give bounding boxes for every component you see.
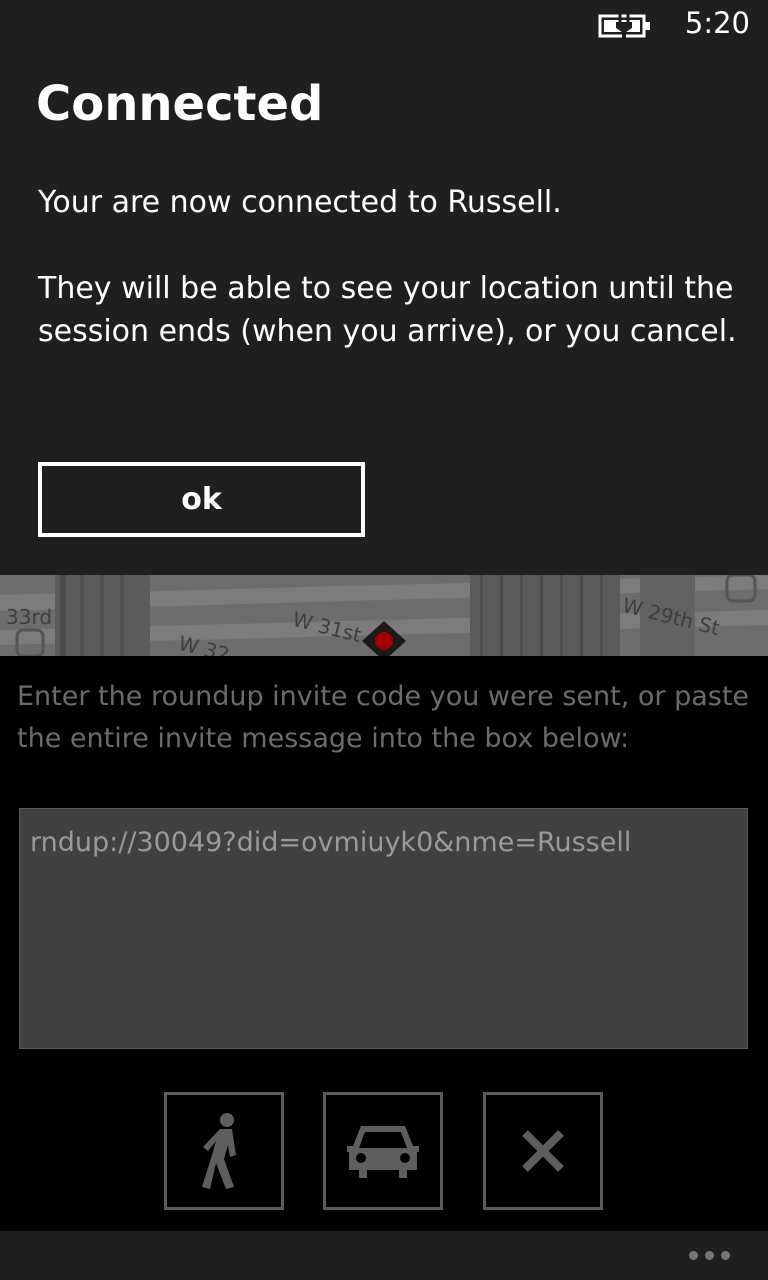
clock: 5:20 <box>684 6 750 40</box>
connected-dialog: 5:20 Connected Your are now connected to… <box>0 0 768 575</box>
dialog-message-line: They will be able to see your location u… <box>38 271 737 349</box>
status-bar: 5:20 <box>0 0 768 50</box>
battery-charging-icon <box>598 14 650 38</box>
dialog-message-line: Your are now connected to Russell. <box>38 185 562 220</box>
close-icon <box>522 1130 564 1172</box>
app-bar <box>0 1231 768 1280</box>
map-view[interactable]: 33rd W 31st W 29th St W 32 <box>0 575 768 656</box>
ok-button[interactable]: ok <box>38 462 365 537</box>
invite-instructions: Enter the roundup invite code you were s… <box>17 681 750 754</box>
drive-button[interactable] <box>323 1092 443 1210</box>
dialog-message: Your are now connected to Russell. They … <box>38 181 738 396</box>
cancel-session-button[interactable] <box>483 1092 603 1210</box>
street-label: 33rd <box>6 605 53 629</box>
walk-button[interactable] <box>164 1092 284 1210</box>
invite-code-input[interactable]: rndup://30049?did=ovmiuyk0&nme=Russell <box>19 808 748 1049</box>
dialog-title: Connected <box>36 76 324 132</box>
ellipsis-icon[interactable] <box>689 1251 730 1260</box>
car-icon <box>347 1126 419 1178</box>
pedestrian-icon <box>202 1113 236 1189</box>
